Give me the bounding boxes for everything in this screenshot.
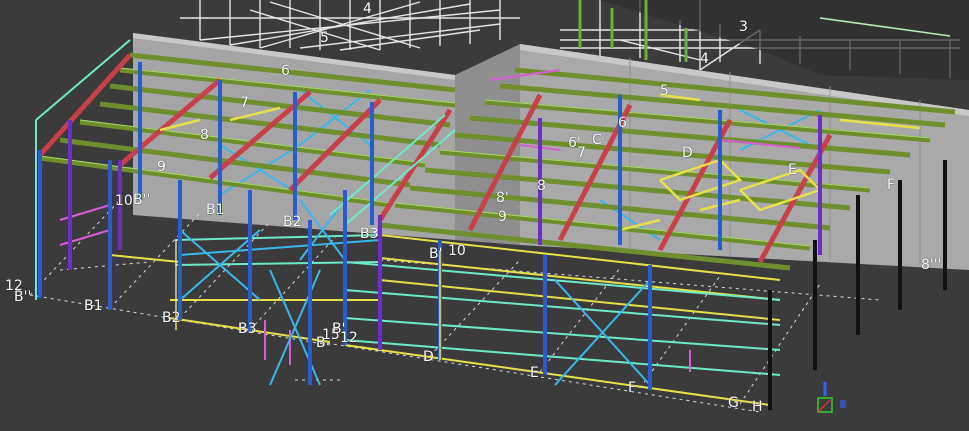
grid-label: 10 bbox=[448, 243, 466, 259]
grid-label: 4 bbox=[700, 51, 709, 67]
grid-label: B'' bbox=[14, 289, 32, 305]
grid-label: 12 bbox=[340, 330, 358, 346]
grid-label: B'' bbox=[133, 192, 151, 208]
grid-label: D bbox=[423, 349, 434, 365]
grid-label: E bbox=[788, 162, 797, 178]
grid-label: 4 bbox=[363, 1, 372, 17]
grid-label: B1 bbox=[84, 298, 103, 314]
grid-label: B3 bbox=[360, 226, 379, 242]
grid-label: 6 bbox=[618, 115, 627, 131]
steel-structure-3d-model[interactable] bbox=[0, 0, 969, 431]
grid-label: 5 bbox=[660, 83, 669, 99]
grid-label: 8''' bbox=[921, 257, 942, 273]
grid-label: 6 bbox=[281, 63, 290, 79]
grid-label: 3 bbox=[739, 19, 748, 35]
grid-label: E bbox=[530, 365, 539, 381]
grid-label: 7 bbox=[240, 95, 249, 111]
grid-label: C bbox=[592, 132, 602, 148]
grid-label: B bbox=[316, 335, 326, 351]
grid-label: B3 bbox=[238, 321, 257, 337]
model-viewport[interactable]: 4 5 6 7 8 9 10 B'' B1 B2 B3 12 B'' B1 B2… bbox=[0, 0, 969, 431]
grid-label: B1 bbox=[206, 202, 225, 218]
grid-label: 8 bbox=[537, 178, 546, 194]
grid-label: 8' bbox=[496, 190, 509, 206]
grid-label: F bbox=[628, 380, 637, 396]
grid-label: B' bbox=[429, 246, 443, 262]
grid-label: 7 bbox=[577, 145, 586, 161]
grid-label: B2 bbox=[283, 214, 302, 230]
grid-label: H bbox=[752, 399, 763, 415]
grid-label: 9 bbox=[157, 159, 166, 175]
grid-label: 9 bbox=[498, 209, 507, 225]
grid-label: D bbox=[682, 145, 693, 161]
grid-label: 10 bbox=[115, 193, 133, 209]
grid-label: 5 bbox=[320, 30, 329, 46]
grid-label: 8 bbox=[200, 127, 209, 143]
grid-label: F bbox=[887, 177, 896, 193]
grid-label: B2 bbox=[162, 310, 181, 326]
grid-label: G bbox=[728, 395, 739, 411]
